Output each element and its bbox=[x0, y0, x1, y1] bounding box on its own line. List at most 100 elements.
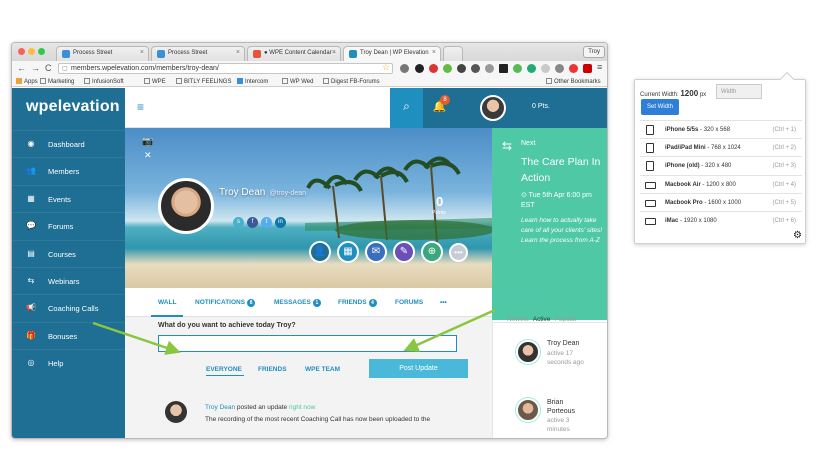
next-event-panel[interactable]: ⇆ Next The Care Plan In Action ⊙ Tue 5th… bbox=[492, 128, 607, 320]
close-tab-icon[interactable]: × bbox=[236, 49, 240, 56]
search-button[interactable]: ⌕ bbox=[390, 88, 423, 128]
tab-forums[interactable]: FORUMS bbox=[395, 299, 423, 306]
window-resizer-icon[interactable] bbox=[499, 64, 508, 73]
bookmark-digest[interactable]: Digest FB-Forums bbox=[323, 78, 380, 85]
width-input[interactable]: Width bbox=[716, 84, 762, 99]
filter-everyone[interactable]: EVERYONE bbox=[206, 366, 242, 373]
bookmark-intercom[interactable]: Intercom bbox=[237, 78, 268, 85]
post-update-button[interactable]: Post Update bbox=[369, 359, 468, 378]
notifications-button[interactable]: 🔔 8 bbox=[423, 88, 456, 128]
tab-friends[interactable]: FRIENDS 4 bbox=[338, 299, 377, 307]
extension-bolt-icon[interactable] bbox=[415, 64, 424, 73]
profile-action-user-icon[interactable]: 👤 bbox=[309, 241, 331, 263]
camera-icon[interactable]: 📷 bbox=[142, 136, 153, 147]
close-icon[interactable]: ✕ bbox=[144, 150, 152, 161]
extension-pocket-icon[interactable] bbox=[429, 64, 438, 73]
device-option[interactable]: iPhone (old) - 320 x 480 (Ctrl + 3) bbox=[640, 156, 802, 174]
sidebar-item-webinars[interactable]: ⇆ Webinars bbox=[12, 267, 125, 294]
extension-red-icon[interactable] bbox=[569, 64, 578, 73]
linkedin-icon[interactable]: in bbox=[275, 217, 286, 228]
sidebar-item-bonuses[interactable]: 🎁 Bonuses bbox=[12, 321, 125, 349]
profile-avatar[interactable] bbox=[158, 178, 214, 234]
browser-tab-1[interactable]: Process Street × bbox=[56, 46, 149, 61]
forward-arrow-icon[interactable]: → bbox=[31, 63, 40, 73]
close-tab-icon[interactable]: × bbox=[140, 49, 144, 56]
device-option[interactable]: iPhone 5/5s - 320 x 568 (Ctrl + 1) bbox=[640, 120, 802, 138]
bookmark-marketing[interactable]: Marketing bbox=[40, 78, 74, 85]
extension-info-icon[interactable] bbox=[400, 64, 409, 73]
browser-tab-2[interactable]: Process Street × bbox=[151, 46, 245, 61]
sidebar-item-dashboard[interactable]: ◉ Dashboard bbox=[12, 130, 125, 157]
device-option[interactable]: iPad/iPad Mini - 768 x 1024 (Ctrl + 2) bbox=[640, 138, 802, 156]
extension-globe-icon[interactable] bbox=[555, 64, 564, 73]
next-event-title[interactable]: The Care Plan In Action bbox=[521, 154, 601, 186]
extension-green-icon[interactable] bbox=[513, 64, 522, 73]
extension-power-icon[interactable] bbox=[471, 64, 480, 73]
profile-action-calendar-icon[interactable]: ▦ bbox=[337, 241, 359, 263]
bookmark-wpwed[interactable]: WP Wed bbox=[282, 78, 313, 85]
user-area[interactable]: 0 Pts. bbox=[456, 88, 607, 128]
profile-action-target-icon[interactable]: ⊕ bbox=[421, 241, 443, 263]
device-option[interactable]: Macbook Air - 1200 x 800 (Ctrl + 4) bbox=[640, 174, 802, 193]
extension-color-icon[interactable] bbox=[443, 64, 452, 73]
bookmark-infusionsoft[interactable]: InfusionSoft bbox=[84, 78, 124, 85]
activity-time[interactable]: right now bbox=[289, 404, 315, 411]
gear-icon[interactable]: ⚙ bbox=[793, 230, 802, 241]
more-actions-icon[interactable]: ••• bbox=[449, 243, 468, 262]
site-logo[interactable]: wpelevation bbox=[26, 98, 120, 116]
minimize-window-button[interactable] bbox=[28, 48, 35, 55]
bookmark-wpe[interactable]: WPE bbox=[144, 78, 166, 85]
tab-notifications[interactable]: NOTIFICATIONS 8 bbox=[195, 299, 256, 307]
set-width-button[interactable]: Set Width bbox=[641, 99, 679, 115]
twitter-icon[interactable]: t bbox=[261, 217, 272, 228]
url-field[interactable]: ▢ members.wpelevation.com/members/troy-d… bbox=[58, 63, 393, 74]
tab-more[interactable]: ••• bbox=[440, 299, 447, 306]
youtube-icon[interactable] bbox=[583, 64, 592, 73]
reload-icon[interactable]: C bbox=[45, 63, 52, 73]
member-avatar[interactable] bbox=[516, 340, 540, 364]
filter-wpe-team[interactable]: WPE TEAM bbox=[305, 366, 340, 373]
member-name[interactable]: Troy Dean bbox=[547, 340, 579, 347]
close-tab-icon[interactable]: × bbox=[332, 49, 336, 56]
bookmark-bitly[interactable]: BITLY FEELINGS bbox=[176, 78, 231, 85]
new-tab-button[interactable] bbox=[443, 46, 463, 61]
post-input[interactable] bbox=[158, 335, 457, 352]
sidebar-item-courses[interactable]: ▤ Courses bbox=[12, 239, 125, 267]
activity-avatar[interactable] bbox=[165, 401, 187, 423]
facebook-icon[interactable]: f bbox=[247, 217, 258, 228]
bookmark-label: Marketing bbox=[48, 79, 75, 85]
activity-author[interactable]: Troy Dean bbox=[205, 404, 235, 411]
sidebar-item-events[interactable]: ▦ Events bbox=[12, 184, 125, 212]
sidebar-item-coaching-calls[interactable]: 📢 Coaching Calls bbox=[12, 294, 125, 321]
sidebar-item-members[interactable]: 👥 Members bbox=[12, 157, 125, 184]
menu-icon[interactable]: ≡ bbox=[597, 62, 602, 72]
extension-evernote-icon[interactable] bbox=[527, 64, 536, 73]
skype-icon[interactable]: s bbox=[233, 217, 244, 228]
extension-formula-icon[interactable] bbox=[485, 64, 494, 73]
close-window-button[interactable] bbox=[18, 48, 25, 55]
back-arrow-icon[interactable]: ← bbox=[17, 63, 26, 73]
extension-grey-icon[interactable] bbox=[541, 64, 550, 73]
browser-tab-3[interactable]: ● WPE Content Calendar - × bbox=[247, 46, 341, 61]
star-icon[interactable]: ☆ bbox=[382, 62, 390, 73]
sidebar-item-help[interactable]: ◎ Help bbox=[12, 349, 125, 376]
close-tab-icon[interactable]: × bbox=[432, 49, 436, 56]
zoom-window-button[interactable] bbox=[38, 48, 45, 55]
user-avatar[interactable] bbox=[480, 95, 506, 121]
device-option[interactable]: Macbook Pro - 1600 x 1000 (Ctrl + 5) bbox=[640, 192, 802, 211]
member-name[interactable]: Brian Porteous bbox=[547, 398, 587, 416]
filter-friends[interactable]: FRIENDS bbox=[258, 366, 287, 373]
device-option[interactable]: iMac - 1920 x 1080 (Ctrl + 6) bbox=[640, 211, 802, 229]
extension-circle-icon[interactable] bbox=[457, 64, 466, 73]
member-avatar[interactable] bbox=[516, 398, 540, 422]
bookmark-apps[interactable]: Apps bbox=[16, 78, 38, 85]
tab-messages[interactable]: MESSAGES 1 bbox=[274, 299, 321, 307]
profile-button[interactable]: Troy bbox=[583, 46, 605, 58]
tab-wall[interactable]: WALL bbox=[158, 299, 176, 306]
hamburger-icon[interactable]: ≡ bbox=[137, 100, 144, 114]
profile-action-edit-icon[interactable]: ✎ bbox=[393, 241, 415, 263]
other-bookmarks[interactable]: Other Bookmarks bbox=[546, 78, 601, 85]
browser-tab-4[interactable]: Troy Dean | WP Elevation × bbox=[343, 46, 441, 61]
profile-action-mail-icon[interactable]: ✉ bbox=[365, 241, 387, 263]
sidebar-item-forums[interactable]: 💬 Forums bbox=[12, 212, 125, 239]
